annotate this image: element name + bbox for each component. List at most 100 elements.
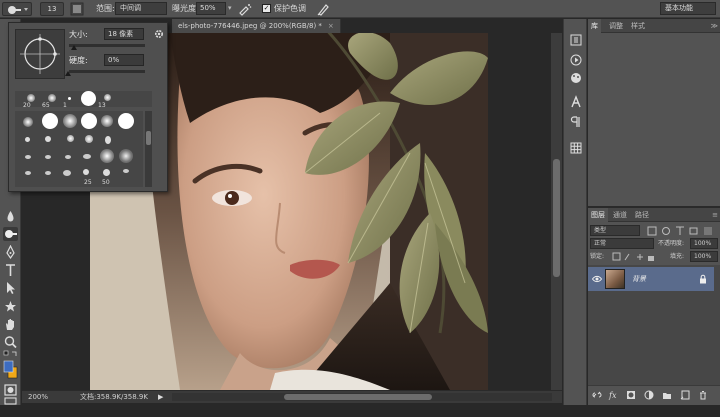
layer-row-background[interactable]: 背景 — [588, 267, 714, 291]
size-input[interactable]: 18 像素 — [104, 28, 144, 40]
tab-channels[interactable]: 通道 — [610, 208, 630, 222]
actions-icon[interactable] — [569, 53, 583, 67]
size-value: 18 像素 — [108, 30, 134, 38]
blur-tool[interactable] — [3, 209, 18, 223]
collapse-panel-icon[interactable]: ≫ — [711, 19, 718, 33]
blend-mode-select[interactable]: 正常 — [590, 238, 654, 249]
brush-tip[interactable] — [119, 149, 133, 163]
brush-panel-toggle[interactable] — [70, 2, 84, 16]
brush-tip[interactable] — [42, 113, 58, 129]
brush-tip[interactable] — [67, 135, 74, 142]
swap-colors-icon — [3, 350, 17, 356]
swatches-icon[interactable] — [569, 141, 583, 155]
brush-tip[interactable] — [63, 170, 71, 176]
brush-tip[interactable] — [85, 135, 93, 143]
quick-mask-mode[interactable] — [3, 383, 18, 397]
brush-tip[interactable] — [25, 155, 31, 159]
lock-options-icons[interactable] — [612, 252, 656, 262]
character-icon[interactable] — [569, 95, 583, 109]
new-layer-icon[interactable] — [680, 390, 690, 400]
exposure-dropdown-icon[interactable]: ▾ — [228, 2, 236, 15]
swap-colors[interactable] — [3, 350, 18, 358]
size-slider[interactable] — [69, 44, 145, 47]
paragraph-icon[interactable] — [569, 115, 583, 129]
zoom-level[interactable]: 200% — [28, 391, 48, 403]
layer-filter-icons[interactable] — [646, 226, 716, 236]
tab-paths[interactable]: 路径 — [632, 208, 652, 222]
brush-tip[interactable] — [25, 171, 31, 175]
brush-tip[interactable] — [45, 155, 51, 159]
brush-tip[interactable] — [81, 113, 97, 129]
new-group-icon[interactable] — [662, 390, 672, 400]
brush-tip[interactable] — [63, 114, 77, 128]
brush-tip[interactable] — [83, 154, 91, 159]
layer-style-icon[interactable]: fx — [608, 390, 618, 400]
recent-brush-tip[interactable] — [81, 91, 96, 106]
add-mask-icon[interactable] — [626, 390, 636, 400]
horizontal-scrollbar[interactable] — [172, 393, 552, 401]
path-selection-tool[interactable] — [3, 281, 18, 295]
recent-brush-tip[interactable] — [104, 94, 111, 101]
layers-menu-icon[interactable]: ≡ — [712, 208, 718, 222]
brush-grid-scrollbar[interactable] — [145, 111, 152, 187]
hand-tool[interactable] — [3, 317, 18, 331]
tab-styles[interactable]: 样式 — [628, 19, 648, 33]
opacity-input[interactable]: 100% — [690, 238, 718, 249]
range-select[interactable]: 中间调 — [115, 2, 167, 15]
custom-shape-tool[interactable] — [3, 299, 18, 313]
layer-visibility-toggle[interactable] — [591, 274, 603, 284]
brush-grid-scroll-thumb[interactable] — [146, 131, 151, 145]
brush-preset-picker[interactable]: 13 — [40, 2, 64, 16]
size-slider-knob[interactable] — [71, 45, 77, 50]
hardness-slider-knob[interactable] — [65, 71, 71, 76]
brush-tip[interactable] — [65, 155, 71, 159]
airbrush-toggle[interactable] — [238, 2, 252, 16]
tab-adjustments[interactable]: 调整 — [606, 19, 626, 33]
brush-tip[interactable] — [45, 136, 51, 142]
brush-angle-preview[interactable] — [15, 29, 65, 79]
adjustment-layer-icon[interactable] — [644, 390, 654, 400]
brush-tip[interactable] — [101, 115, 113, 127]
document-tab[interactable]: els-photo-776446.jpeg @ 200%(RGB/8) * × — [172, 19, 341, 33]
pressure-size-toggle[interactable] — [316, 2, 330, 16]
brush-tip[interactable] — [25, 137, 30, 142]
vertical-scrollbar[interactable] — [551, 33, 562, 390]
zoom-tool[interactable] — [3, 335, 18, 349]
color-icon[interactable] — [569, 71, 583, 85]
link-layers-icon[interactable] — [592, 390, 602, 400]
tool-preset-picker[interactable] — [2, 2, 32, 16]
status-menu-icon[interactable]: ▶ — [158, 391, 163, 403]
close-tab-icon[interactable]: × — [328, 22, 334, 30]
brush-tip[interactable] — [45, 171, 51, 175]
brush-tip[interactable] — [105, 136, 111, 144]
vertical-scroll-thumb[interactable] — [553, 159, 560, 277]
exposure-input[interactable]: 50% — [196, 2, 226, 15]
fill-input[interactable]: 100% — [690, 251, 718, 262]
recent-brush-tip[interactable] — [27, 94, 35, 102]
dodge-tool[interactable] — [3, 227, 18, 241]
protect-tones-checkbox[interactable]: ✓ — [262, 4, 271, 13]
type-tool[interactable] — [3, 263, 18, 277]
brush-settings-gear-icon[interactable] — [153, 28, 165, 40]
tab-library[interactable]: 库 — [588, 19, 601, 33]
recent-brush-tip[interactable] — [68, 97, 71, 100]
brush-tip[interactable] — [23, 117, 33, 127]
recent-brush-tip[interactable] — [48, 94, 56, 102]
tab-layers[interactable]: 图层 — [588, 208, 608, 222]
lock-label: 锁定: — [590, 253, 605, 260]
history-icon[interactable] — [569, 33, 583, 47]
workspace-select[interactable]: 基本功能 — [660, 2, 716, 15]
delete-layer-icon[interactable] — [698, 390, 708, 400]
layer-name[interactable]: 背景 — [632, 267, 646, 291]
color-swatches[interactable] — [3, 359, 18, 381]
brush-tip[interactable] — [118, 113, 134, 129]
horizontal-scroll-thumb[interactable] — [284, 394, 432, 400]
brush-tip[interactable] — [100, 149, 114, 163]
brush-tip[interactable] — [103, 169, 110, 176]
brush-tip[interactable] — [123, 169, 129, 173]
layer-filter-select[interactable]: 类型 — [590, 225, 640, 236]
pen-tool[interactable] — [3, 245, 18, 259]
brush-tip[interactable] — [83, 169, 89, 175]
hardness-slider[interactable] — [69, 70, 145, 73]
hardness-input[interactable]: 0% — [104, 54, 144, 66]
